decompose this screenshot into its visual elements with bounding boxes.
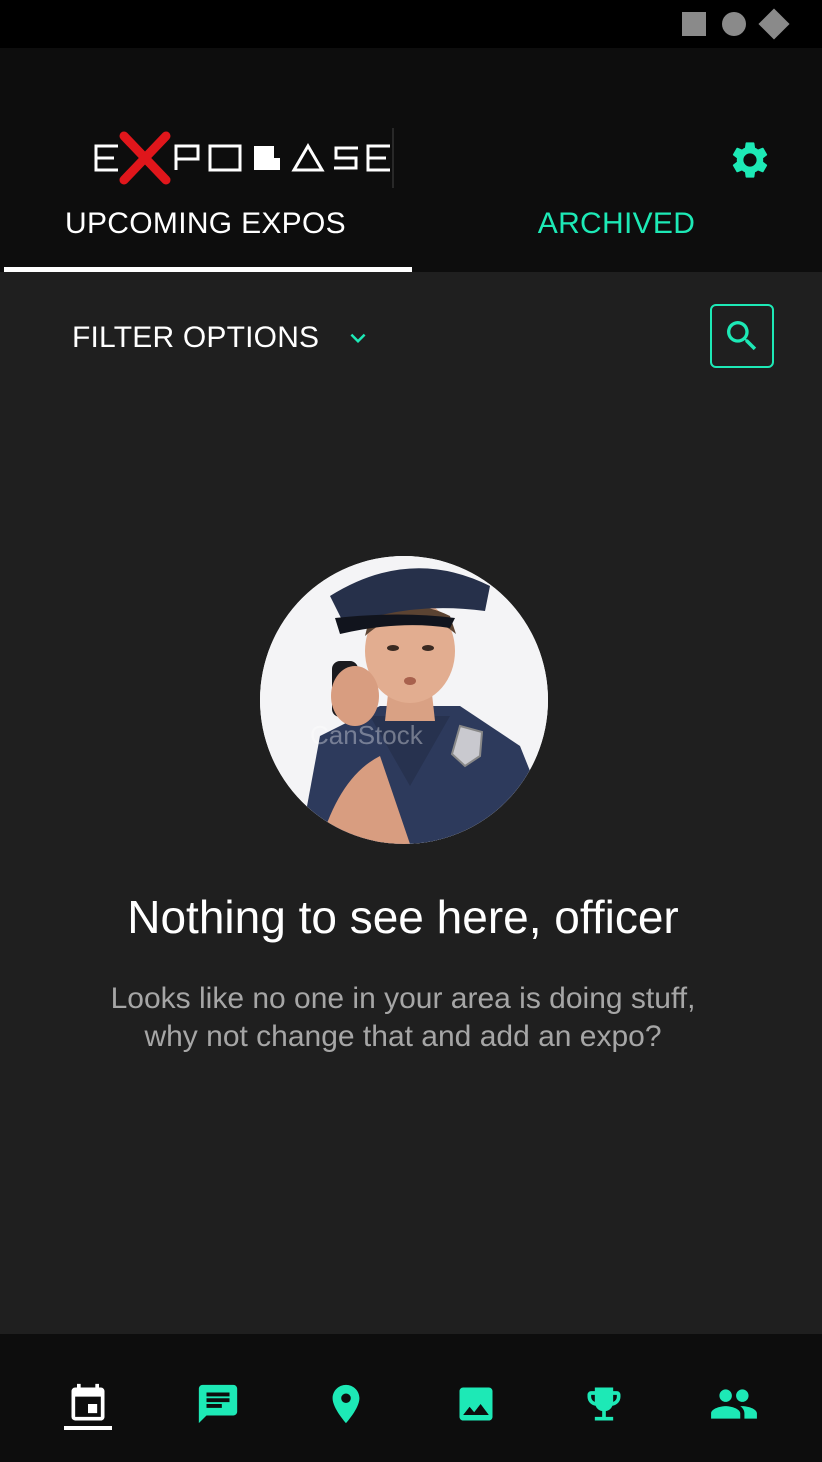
chat-icon <box>198 1384 238 1424</box>
nav-calendar[interactable] <box>58 1374 118 1434</box>
nav-chat[interactable] <box>188 1374 248 1434</box>
people-icon <box>711 1389 757 1419</box>
bottom-navigation <box>0 1334 822 1462</box>
nav-gallery[interactable] <box>446 1374 506 1434</box>
circle-icon <box>722 12 746 36</box>
chevron-down-icon <box>343 323 373 353</box>
nav-active-indicator <box>64 1426 112 1430</box>
image-icon <box>459 1387 493 1421</box>
filter-options-toggle[interactable]: FILTER OPTIONS <box>72 314 373 362</box>
tab-upcoming-expos[interactable]: UPCOMING EXPOS <box>0 176 411 272</box>
police-officer-photo: CanStock <box>260 556 548 844</box>
nav-people[interactable] <box>704 1374 764 1434</box>
empty-state-subtitle: Looks like no one in your area is doing … <box>110 982 696 1053</box>
nav-trophy[interactable] <box>574 1374 634 1434</box>
tab-archived[interactable]: ARCHIVED <box>411 176 822 272</box>
calendar-icon <box>71 1383 105 1421</box>
diamond-icon <box>758 8 790 40</box>
location-pin-icon <box>332 1384 360 1424</box>
watermark-text: CanStock <box>310 720 424 750</box>
empty-state-title: Nothing to see here, officer <box>127 891 679 943</box>
tab-upcoming-expos-label: UPCOMING EXPOS <box>65 207 346 240</box>
tab-archived-label: ARCHIVED <box>537 207 696 240</box>
search-button[interactable] <box>710 304 774 368</box>
search-icon <box>727 321 757 351</box>
trophy-icon <box>587 1387 621 1421</box>
filter-options-label: FILTER OPTIONS <box>72 321 320 354</box>
square-icon <box>682 12 706 36</box>
nav-location[interactable] <box>316 1374 376 1434</box>
status-bar <box>0 0 822 48</box>
active-tab-indicator <box>4 267 412 272</box>
